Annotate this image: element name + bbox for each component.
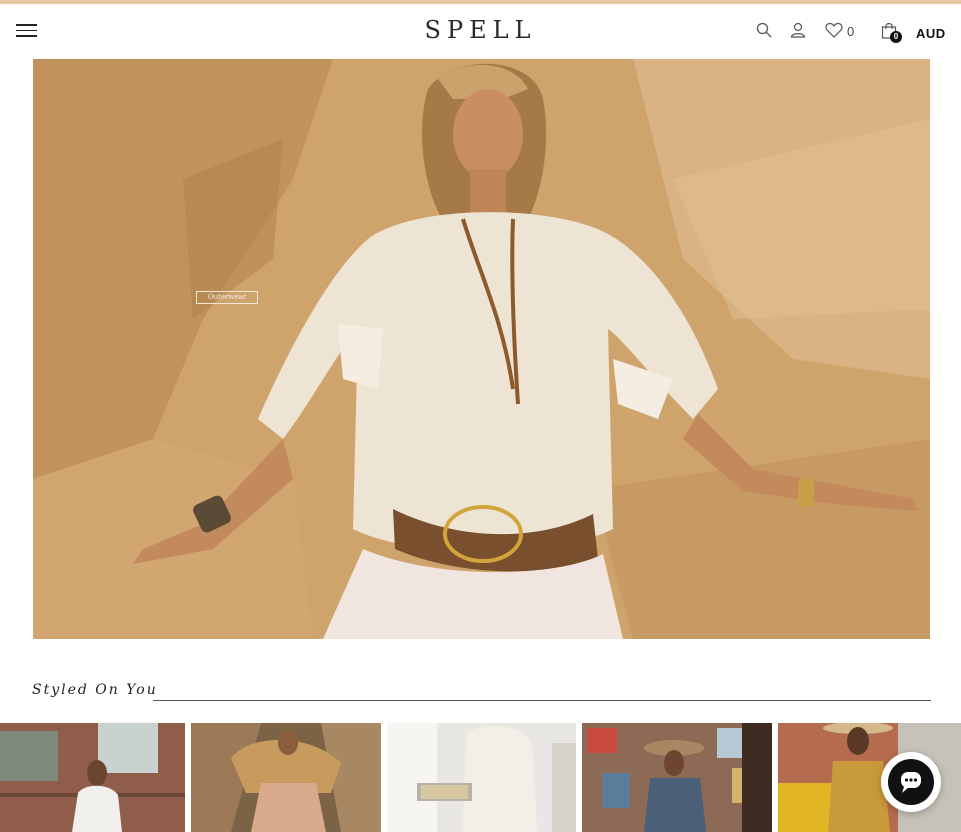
hero-banner[interactable]: Outerwear: [33, 59, 930, 639]
chat-button[interactable]: [881, 752, 941, 812]
styled-on-you-gallery: [0, 723, 961, 832]
heart-icon[interactable]: [825, 22, 843, 38]
site-logo: SPELL: [0, 16, 961, 44]
currency-selector[interactable]: AUD: [916, 26, 946, 41]
gallery-image[interactable]: [0, 723, 185, 832]
hero-category-tag[interactable]: Outerwear: [196, 291, 258, 304]
logo-text[interactable]: SPELL: [425, 16, 537, 44]
cart-count-badge: 0: [890, 31, 902, 43]
site-header: SPELL 0 0 AUD: [0, 4, 961, 59]
hero-image: [33, 59, 930, 639]
styled-on-you-title: Styled On You: [32, 682, 158, 698]
gallery-image[interactable]: [582, 723, 772, 832]
chat-icon: [888, 759, 934, 805]
section-divider: [153, 700, 931, 701]
user-icon[interactable]: [790, 22, 806, 38]
gallery-image[interactable]: [191, 723, 381, 832]
wishlist-count: 0: [847, 24, 855, 39]
search-icon[interactable]: [756, 22, 772, 38]
gallery-image[interactable]: [387, 723, 576, 832]
